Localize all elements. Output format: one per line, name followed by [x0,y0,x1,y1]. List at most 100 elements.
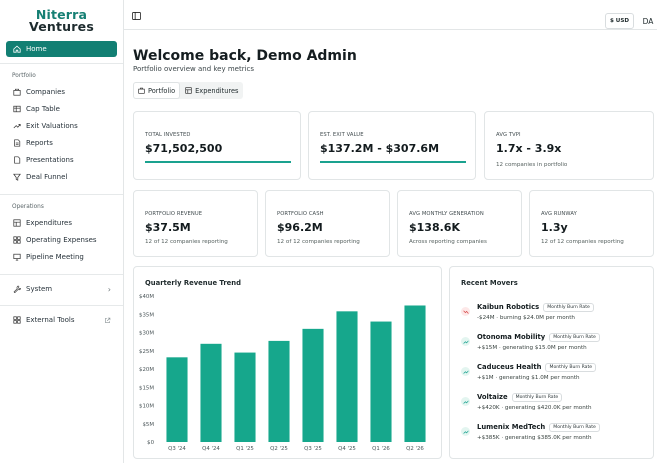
metric-badge: Monthly Burn Rate [543,303,594,312]
sidebar-item-label: Expenditures [26,219,72,227]
brand-logo[interactable]: Niterra Ventures [0,0,123,38]
mover-description: +$1M · generating $1.0M per month [477,375,580,381]
sidebar-item-expenditures[interactable]: Expenditures [6,215,117,231]
x-tick-label: Q1 '25 [236,446,254,452]
x-tick-label: Q2 '25 [270,446,288,452]
mover-item[interactable]: Kaibun Robotics Monthly Burn Rate -$24M · … [461,303,651,329]
table-icon [12,105,21,114]
kpi-value: $138.6K [409,221,460,234]
y-tick-label: $0 [147,440,154,446]
sidebar-item-label: System [26,285,53,293]
dashboard-tabs: Portfolio Expenditures [133,82,244,99]
sidebar-item-label: External Tools [26,316,75,324]
y-tick-label: $15M [139,385,154,391]
bar[interactable] [234,352,256,442]
document-icon [12,156,21,165]
kpi-label: AVG RUNWAY [541,211,577,217]
layout-grid-icon [12,236,21,245]
sidebar-item-cap-table[interactable]: Cap Table [6,101,117,117]
kpi-card-total-invested: TOTAL INVESTED $71,502,500 [133,111,301,180]
page-subtitle: Portfolio overview and key metrics [133,65,255,73]
tab-expenditures[interactable]: Expenditures [181,83,242,98]
mover-item[interactable]: Lumenix MedTech Monthly Burn Rate +$385K ·… [461,423,651,449]
y-tick-label: $35M [139,312,154,318]
mover-name: Kaibun Robotics [477,303,540,311]
x-tick-label: Q3 '24 [168,446,186,452]
app-root: Niterra Ventures Home Portfolio Companie… [0,0,657,463]
sidebar-item-label: Pipeline Meeting [26,253,84,261]
y-tick-label: $30M [139,331,154,337]
kpi-card-portfolio-revenue: PORTFOLIO REVENUE $37.5M 12 of 12 compan… [133,190,258,257]
kpi-subtext: 12 of 12 companies reporting [541,239,624,245]
metric-badge: Monthly Burn Rate [549,423,600,432]
kpi-subtext: 12 of 12 companies reporting [145,239,228,245]
tab-portfolio[interactable]: Portfolio [134,83,180,98]
sidebar-item-companies[interactable]: Companies [6,84,117,100]
metric-badge: Monthly Burn Rate [549,333,600,342]
kpi-card-avg-tvpi: AVG TVPI 1.7x - 3.9x 12 companies in por… [484,111,654,180]
kpi-label: PORTFOLIO CASH [277,211,324,217]
x-tick-label: Q1 '26 [372,446,390,452]
brand-line-2: Ventures [29,19,94,34]
sidebar-item-label: Companies [26,88,66,96]
metric-badge: Monthly Burn Rate [545,363,597,372]
avatar[interactable]: DA [639,13,657,29]
sidebar-item-presentations[interactable]: Presentations [6,152,117,168]
sidebar-item-reports[interactable]: Reports [6,135,117,151]
sidebar-item-pipeline-meeting[interactable]: Pipeline Meeting [6,249,117,265]
kpi-label: AVG MONTHLY GENERATION [409,211,484,217]
y-tick-label: $20M [139,367,154,373]
grid-icon [185,87,192,94]
sidebar-item-label: Deal Funnel [26,173,68,181]
trending-up-icon [461,427,470,436]
sidebar-item-exit-valuations[interactable]: Exit Valuations [6,118,117,134]
x-tick-label: Q2 '26 [406,446,424,452]
sidebar-toggle-icon[interactable] [132,12,141,20]
sidebar-item-deal-funnel[interactable]: Deal Funnel [6,169,117,185]
bar[interactable] [200,343,222,442]
page-title: Welcome back, Demo Admin [133,48,357,64]
home-icon [12,45,21,54]
kpi-value: $137.2M - $307.6M [320,142,440,155]
trending-up-icon [12,122,21,131]
mover-item[interactable]: Voltaize Monthly Burn Rate +$420K · genera… [461,393,651,419]
bar[interactable] [370,321,392,442]
kpi-value: 1.7x - 3.9x [496,142,562,155]
system-label-group: System [12,285,52,294]
sidebar-item-external-tools[interactable]: External Tools [6,312,117,328]
external-tools-label-group: External Tools [12,316,75,325]
x-tick-label: Q4 '24 [202,446,220,452]
bar[interactable] [336,311,358,442]
sidebar-item-label: Home [26,45,47,53]
external-link-icon [104,317,111,324]
kpi-label: EST. EXIT VALUE [320,132,364,138]
building-icon [12,88,21,97]
mover-item[interactable]: Caduceus Health Monthly Burn Rate +$1M · g… [461,363,651,389]
kpi-subtext: 12 companies in portfolio [496,162,568,168]
sidebar-item-operating-expenses[interactable]: Operating Expenses [6,232,117,248]
sidebar-item-label: Presentations [26,156,74,164]
mover-description: +$420K · generating $420.0K per month [477,405,592,411]
main-content: $ USD DA Welcome back, Demo Admin Portfo… [124,0,657,463]
currency-selector[interactable]: $ USD [605,13,634,29]
kpi-underline [320,161,466,163]
mover-item[interactable]: Otonoma Mobility Monthly Burn Rate +$15M ·… [461,333,651,359]
sidebar-item-system[interactable]: System › [6,281,117,297]
file-icon [12,139,21,148]
bar[interactable] [302,328,324,442]
section-label-operations: Operations [12,204,44,210]
sidebar-item-label: Exit Valuations [26,122,78,130]
quarterly-revenue-chart-card: Quarterly Revenue Trend $40M $35M $30M $25M… [133,266,442,459]
bar[interactable] [166,357,188,442]
mover-name: Otonoma Mobility [477,333,546,341]
filter-icon [12,173,21,182]
mover-name: Caduceus Health [477,363,542,371]
quarterly-revenue-chart: $40M $35M $30M $25M $20M $15M $10M $5M $0 Q3 '24 Q… [139,294,426,452]
bar[interactable] [268,340,290,442]
kpi-value: $96.2M [277,221,323,234]
sidebar-item-home[interactable]: Home [6,41,117,57]
y-tick-label: $40M [139,294,154,300]
y-tick-label: $25M [139,349,154,355]
bar[interactable] [404,305,426,442]
top-bar: $ USD DA [124,0,657,30]
